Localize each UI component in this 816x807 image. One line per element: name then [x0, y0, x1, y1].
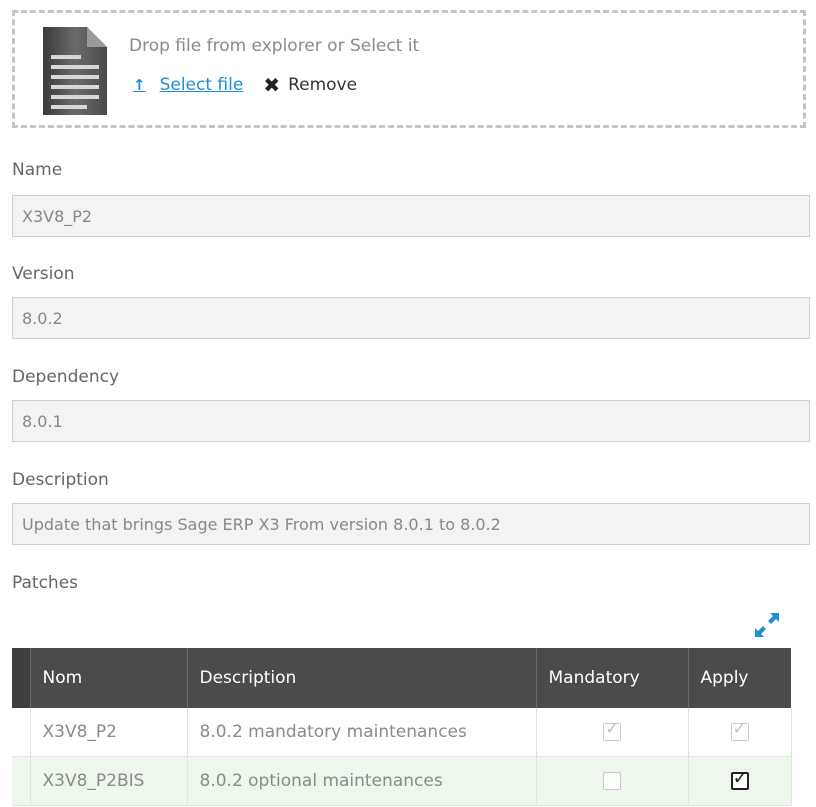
upload-arrow-icon[interactable]: ↑: [133, 76, 146, 94]
cell-description: 8.0.2 mandatory maintenances: [187, 708, 537, 757]
upload-actions: ↑ Select file ✖ Remove: [133, 75, 357, 95]
select-file-link[interactable]: Select file: [160, 75, 244, 95]
column-header-description[interactable]: Description: [187, 648, 537, 708]
cell-description: 8.0.2 optional maintenances: [187, 756, 537, 806]
version-field[interactable]: [12, 297, 810, 339]
cell-nom: X3V8_P2: [30, 708, 188, 757]
column-header-nom[interactable]: Nom: [30, 648, 188, 708]
patches-heading: Patches: [12, 573, 79, 593]
description-field[interactable]: [12, 503, 810, 545]
patches-table: Nom Description Mandatory Apply X3V8_P2 …: [12, 648, 792, 806]
name-label: Name: [12, 160, 63, 180]
table-row[interactable]: X3V8_P2BIS 8.0.2 optional maintenances: [12, 756, 792, 806]
column-header-mandatory[interactable]: Mandatory: [536, 648, 689, 708]
description-label: Description: [12, 470, 109, 490]
cell-apply: [688, 708, 792, 757]
expand-icon[interactable]: [752, 610, 782, 644]
row-selector[interactable]: [12, 756, 31, 806]
drop-instructions: Drop file from explorer or Select it: [129, 36, 420, 56]
dependency-field[interactable]: [12, 400, 810, 442]
table-row[interactable]: X3V8_P2 8.0.2 mandatory maintenances: [12, 708, 792, 757]
column-header-apply[interactable]: Apply: [688, 648, 791, 708]
row-selector[interactable]: [12, 708, 31, 757]
cell-mandatory: [536, 756, 689, 806]
version-label: Version: [12, 264, 75, 284]
table-header-row: Nom Description Mandatory Apply: [12, 648, 791, 708]
cell-apply: [688, 756, 792, 806]
row-selector-header: [12, 648, 31, 708]
file-dropzone[interactable]: Drop file from explorer or Select it ↑ S…: [12, 10, 806, 128]
document-icon: [41, 25, 109, 121]
dependency-label: Dependency: [12, 367, 120, 387]
cell-mandatory: [536, 708, 689, 757]
apply-checkbox: [730, 719, 749, 741]
cell-nom: X3V8_P2BIS: [30, 756, 188, 806]
apply-checkbox[interactable]: [730, 767, 749, 790]
mandatory-checkbox[interactable]: [603, 772, 621, 790]
remove-button[interactable]: Remove: [288, 75, 357, 95]
mandatory-checkbox: [603, 719, 621, 741]
name-field[interactable]: [12, 195, 810, 237]
close-icon[interactable]: ✖: [263, 75, 280, 95]
